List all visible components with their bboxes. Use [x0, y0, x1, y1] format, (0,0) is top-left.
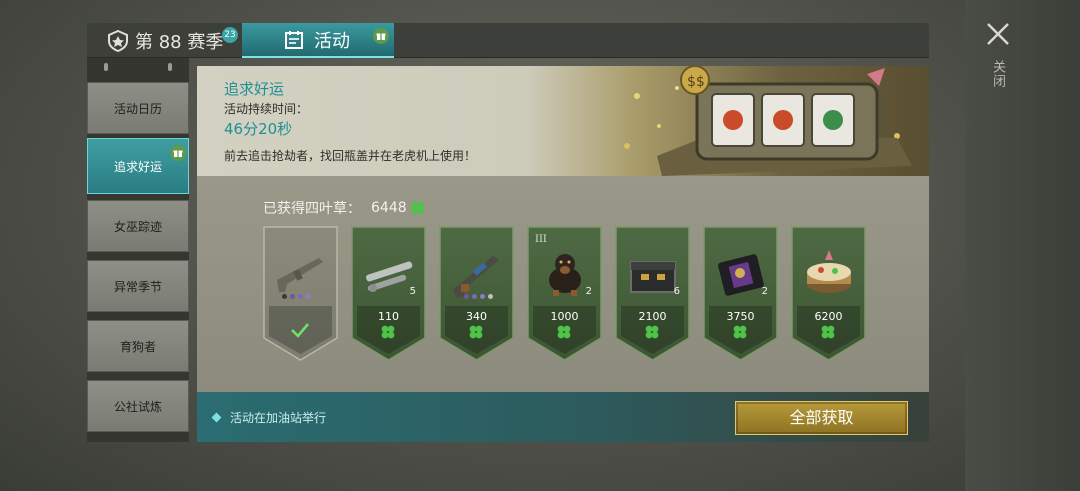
event-footer: 活动在加油站举行 全部获取: [197, 392, 929, 442]
clover-icon: [820, 324, 836, 344]
clover-count: 已获得四叶草： 6448: [263, 198, 426, 218]
event-sidebar: 活动日历 追求好运 女巫踪迹 异常季节 育狗者 公社试炼: [87, 58, 189, 442]
event-description: 前去追击抢劫者，找回瓶盖并在老虎机上使用！: [224, 149, 477, 163]
rarity-dots: [282, 294, 311, 299]
reward-badge-card[interactable]: 2 3750: [703, 226, 778, 361]
claimed-check-icon: [291, 323, 309, 338]
scroll-handle-right: [168, 63, 172, 71]
duration-value: 46分20秒: [224, 120, 293, 138]
close-label[interactable]: 关闭: [989, 60, 1005, 88]
reward-quantity: 6: [673, 286, 680, 297]
close-icon[interactable]: [984, 20, 1012, 48]
tier-label: III: [535, 234, 547, 245]
tab-activity-label: 活动: [314, 30, 350, 52]
reward-quantity: 2: [585, 286, 592, 297]
clover-icon: [556, 324, 572, 344]
slot-machine-illustration: $$: [624, 66, 912, 176]
rifle-icon: [277, 258, 323, 292]
duration-label: 活动持续时间：: [224, 102, 309, 116]
claim-all-button[interactable]: 全部获取: [735, 401, 908, 435]
top-tab-bar: 第 88 赛季 23 活动: [87, 23, 929, 58]
crate-icon: [630, 261, 676, 293]
reward-pipe-parts[interactable]: 5 110: [351, 226, 426, 361]
sidebar-item-abnormal-season[interactable]: 异常季节: [87, 260, 189, 312]
clover-icon: [411, 201, 425, 215]
clover-icon: [468, 324, 484, 344]
dog-icon: [549, 254, 581, 296]
svg-text:$$: $$: [687, 74, 705, 90]
reward-price: 2100: [638, 310, 667, 323]
badge-card-icon: [718, 254, 764, 296]
sidebar-item-label: 追求好运: [113, 159, 162, 174]
reward-price: 6200: [814, 310, 843, 323]
sidebar-item-activity-calendar[interactable]: 活动日历: [87, 82, 189, 134]
calendar-icon: [285, 30, 303, 49]
reward-dog[interactable]: III 2 1000: [527, 226, 602, 361]
sidebar-item-label: 活动日历: [113, 101, 162, 116]
sidebar-item-label: 女巫踪迹: [113, 219, 162, 234]
sidebar-item-commune-trial[interactable]: 公社试炼: [87, 380, 189, 432]
clover-icon: [644, 324, 660, 344]
scroll-handle-left: [104, 63, 108, 71]
reward-crate[interactable]: 6 2100: [615, 226, 690, 361]
gift-badge-icon: [170, 145, 186, 161]
reward-assault-rifle[interactable]: 340: [439, 226, 514, 361]
clover-icon: [380, 324, 396, 344]
event-banner: 追求好运 活动持续时间： 46分20秒 前去追击抢劫者，找回瓶盖并在老虎机上使用…: [197, 66, 929, 176]
sidebar-item-witch-trail[interactable]: 女巫踪迹: [87, 200, 189, 252]
season-badge: 23: [222, 27, 238, 43]
reward-price: 110: [378, 310, 399, 323]
sidebar-item-label: 异常季节: [113, 279, 162, 294]
rarity-dots: [464, 294, 493, 299]
event-title: 追求好运: [224, 80, 285, 98]
reward-quantity: 2: [761, 286, 768, 297]
tab-activity[interactable]: 活动: [242, 23, 394, 58]
tab-season[interactable]: 第 88 赛季 23: [87, 23, 242, 58]
sidebar-item-pursuit-of-luck[interactable]: 追求好运: [87, 138, 189, 194]
event-panel: 追求好运 活动持续时间： 46分20秒 前去追击抢劫者，找回瓶盖并在老虎机上使用…: [197, 66, 929, 442]
side-backdrop: [965, 0, 1080, 491]
tab-season-label: 第 88 赛季: [135, 31, 224, 53]
sidebar-item-dog-breeder[interactable]: 育狗者: [87, 320, 189, 372]
location-note-text: 活动在加油站举行: [230, 411, 327, 425]
reward-quantity: 5: [409, 286, 416, 297]
season-shield-icon: [108, 29, 128, 52]
reward-cake[interactable]: 6200: [791, 226, 866, 361]
clover-count-label: 已获得四叶草：: [263, 201, 361, 217]
clover-icon: [732, 324, 748, 344]
diamond-icon: [211, 412, 222, 423]
clover-count-value: 6448: [371, 200, 407, 216]
gift-badge-icon: [373, 28, 389, 44]
sidebar-item-label: 公社试炼: [113, 399, 162, 414]
rewards-area: 已获得四叶草： 6448 5 110 340 III 2 1000 6 2100 2 3750 62…: [197, 176, 929, 392]
reward-rifle[interactable]: [263, 226, 338, 361]
cake-icon: [807, 250, 851, 293]
assault-rifle-icon: [453, 256, 499, 298]
sidebar-item-label: 育狗者: [119, 339, 156, 354]
reward-price: 3750: [726, 310, 755, 323]
reward-price: 1000: [550, 310, 579, 323]
pipe-parts-icon: [366, 261, 413, 292]
location-note: 活动在加油站举行: [211, 409, 327, 426]
reward-price: 340: [466, 310, 487, 323]
